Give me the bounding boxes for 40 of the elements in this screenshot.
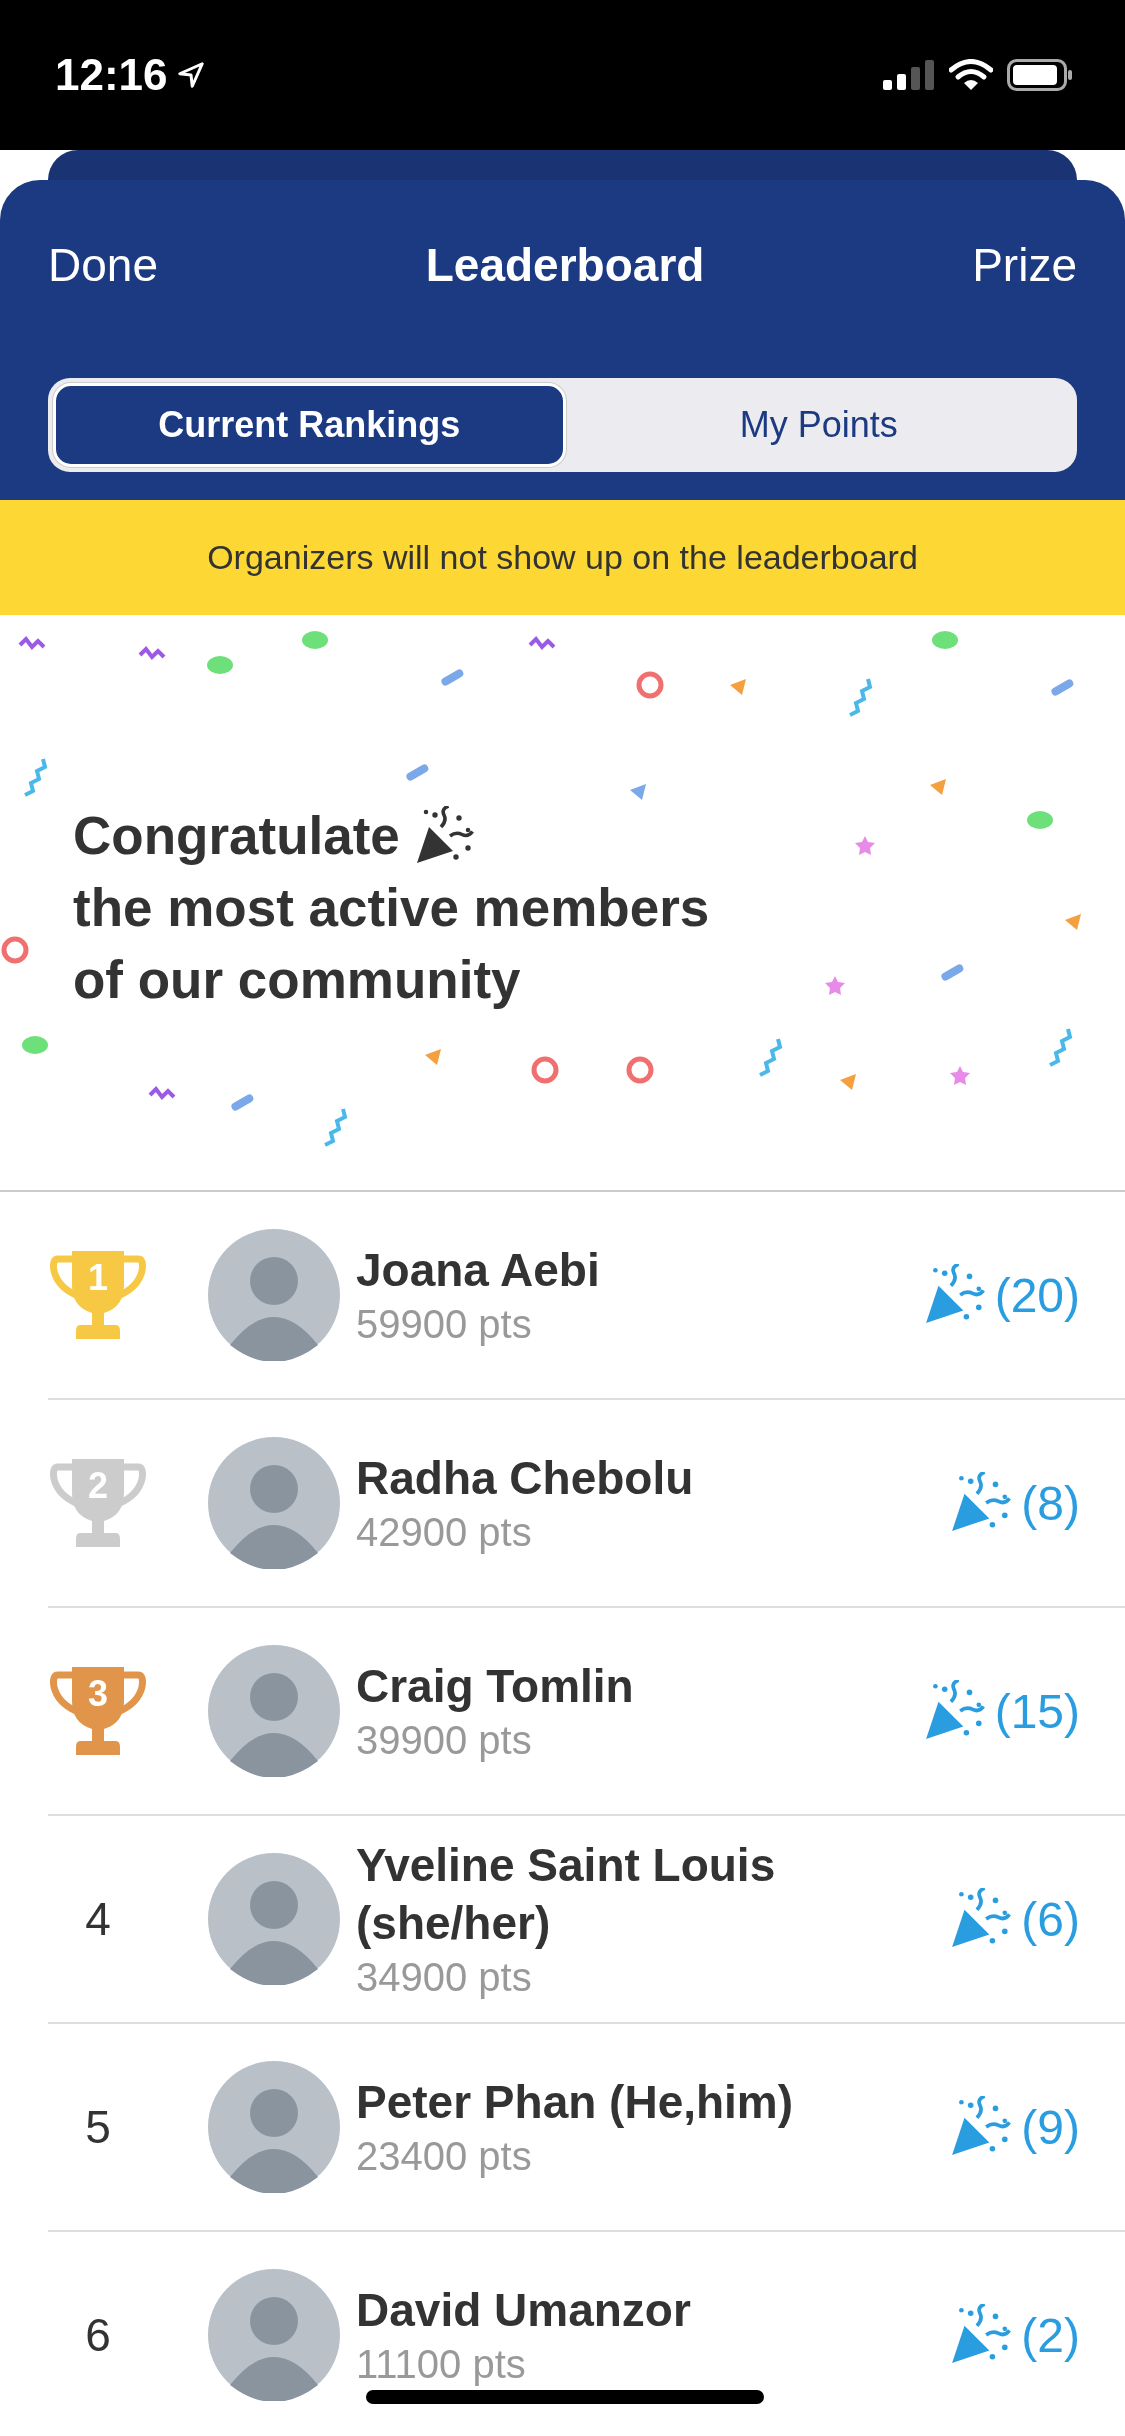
party-popper-icon (949, 1888, 1012, 1950)
congrats-heading: Congratulate (73, 805, 400, 867)
signal-icon (883, 60, 935, 90)
party-popper-icon (949, 2096, 1012, 2158)
rank-number: 5 (85, 2100, 111, 2154)
rank-number: 3 (87, 1673, 109, 1715)
location-arrow-icon (175, 60, 206, 90)
notice-text: Organizers will not show up on the leaderboard (207, 538, 918, 577)
cheers-button[interactable]: (6) (900, 1888, 1080, 1950)
party-popper-icon (949, 1472, 1012, 1534)
member-name: Peter Phan (He,him) (356, 2075, 795, 2130)
congrats-subheading: the most active members of our community (73, 877, 711, 1011)
member-points: 23400 pts (356, 2133, 533, 2180)
battery-icon (1007, 59, 1073, 91)
status-time: 12:16 (55, 50, 168, 100)
tab[interactable]: My Points (565, 383, 1072, 467)
member-name: Joana Aebi (356, 1243, 601, 1298)
member-name: Radha Chebolu (356, 1451, 695, 1506)
cheers-button[interactable]: (2) (900, 2304, 1080, 2366)
rank-number: 1 (87, 1257, 109, 1299)
prize-button[interactable]: Prize (972, 238, 1077, 292)
wifi-icon (949, 59, 993, 91)
member-points: 42900 pts (356, 1509, 533, 1556)
member-points: 34900 pts (356, 1954, 533, 2001)
member-points: 59900 pts (356, 1301, 533, 1348)
party-popper-icon (949, 2304, 1012, 2366)
member-name: Craig Tomlin (356, 1659, 635, 1714)
tab[interactable]: Current Rankings (53, 383, 566, 467)
member-name: David Umanzor (356, 2283, 692, 2338)
cheers-button[interactable]: (20) (900, 1264, 1080, 1326)
done-button[interactable]: Done (48, 238, 158, 292)
cheers-button[interactable]: (8) (900, 1472, 1080, 1534)
member-points: 11100 pts (356, 2341, 527, 2388)
cheers-button[interactable]: (9) (900, 2096, 1080, 2158)
screen-title: Leaderboard (425, 238, 705, 292)
member-name: Yveline Saint Louis (she/her) (356, 1838, 777, 1951)
member-points: 39900 pts (356, 1717, 533, 1764)
cheers-button[interactable]: (15) (900, 1680, 1080, 1742)
rank-number: 4 (85, 1892, 111, 1946)
rank-number: 6 (85, 2308, 111, 2362)
